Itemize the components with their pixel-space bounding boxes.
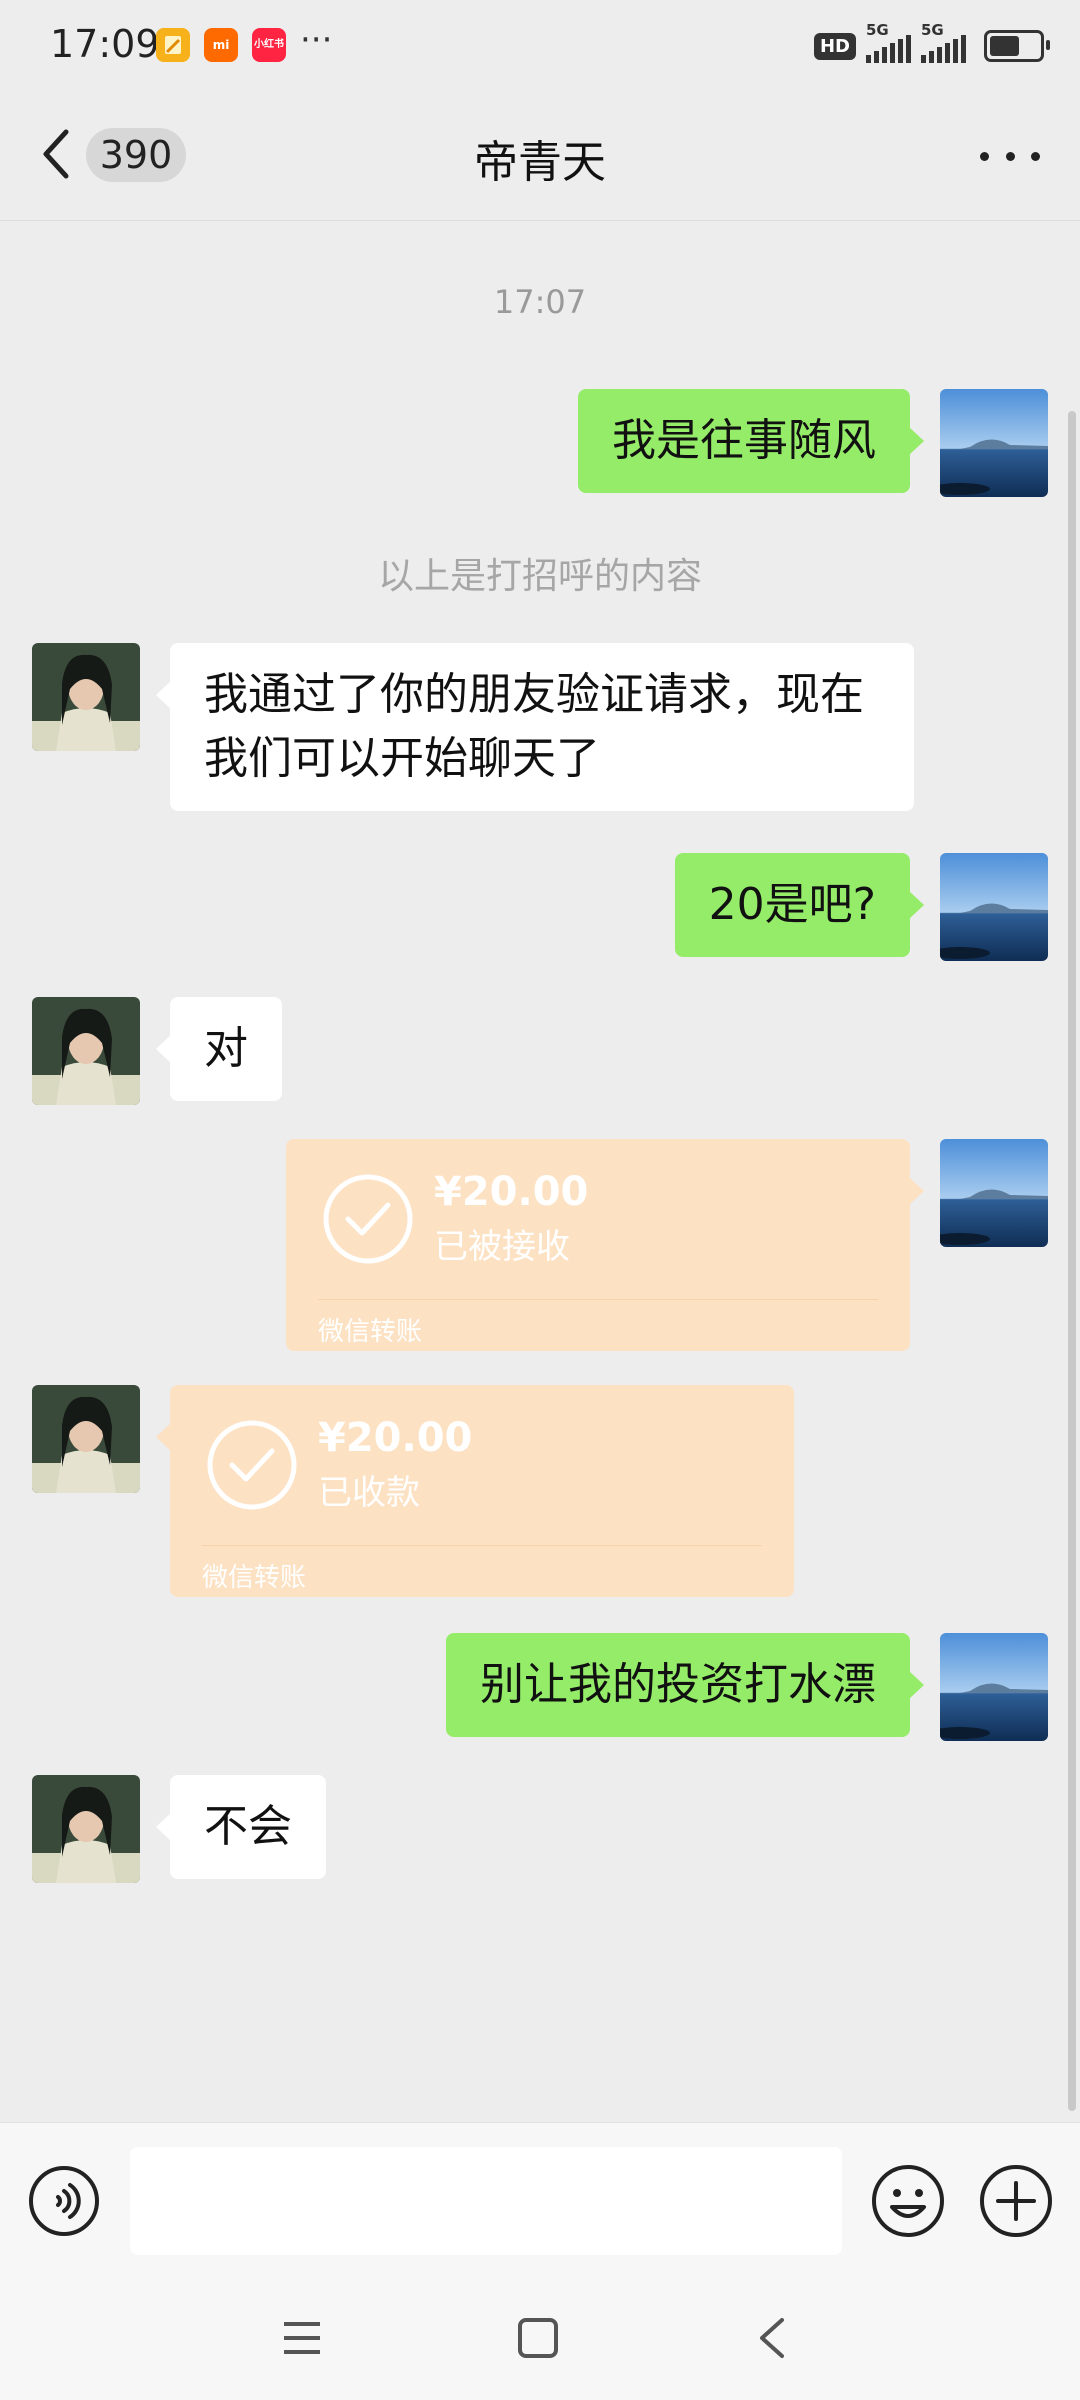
transfer-footer: 微信转账 [202, 1563, 307, 1593]
system-note: 以上是打招呼的内容 [377, 556, 702, 597]
mi-icon: mi [204, 28, 238, 62]
notes-icon [156, 28, 190, 62]
unread-count-badge[interactable]: 390 [86, 128, 186, 182]
status-right: HD 5G 5G [813, 21, 1050, 66]
transfer-amount: ¥20.00 [434, 1169, 589, 1215]
my-avatar[interactable] [940, 389, 1048, 497]
chat-message-list[interactable]: 17:07 我是往事随风 以上是打招呼的内容 我通过了你的朋友验证请求，现在我们… [0, 221, 1080, 2121]
my-avatar[interactable] [940, 1139, 1048, 1247]
network-type-2: 5G [921, 21, 944, 39]
status-time: 17:09 [50, 22, 160, 66]
transfer-status: 已收款 [318, 1473, 420, 1513]
chat-header: 390 帝青天 [0, 92, 1080, 221]
back-icon[interactable] [754, 2316, 790, 2360]
message-bubble-sent[interactable]: 20是吧? [674, 853, 925, 957]
transfer-divider [202, 1545, 762, 1546]
check-circle-icon [207, 1420, 297, 1510]
check-circle-icon [323, 1174, 413, 1264]
home-icon[interactable] [516, 2316, 560, 2360]
transfer-card-sent[interactable]: ¥20.00 已被接收 微信转账 [286, 1139, 924, 1351]
message-bubble-received[interactable]: 不会 [156, 1775, 326, 1879]
contact-avatar[interactable] [32, 1775, 140, 1883]
transfer-divider [318, 1299, 878, 1300]
plus-icon[interactable] [978, 2163, 1054, 2239]
transfer-status: 已被接收 [434, 1227, 570, 1267]
message-bubble-sent[interactable]: 我是往事随风 [578, 389, 924, 493]
network-type-1: 5G [866, 21, 889, 39]
message-bubble-received[interactable]: 对 [156, 997, 282, 1101]
transfer-card-received[interactable]: ¥20.00 已收款 微信转账 [156, 1385, 794, 1597]
signal-2-icon: 5G [921, 21, 966, 63]
contact-avatar[interactable] [32, 997, 140, 1105]
chevron-left-icon[interactable] [36, 124, 76, 184]
status-bar: 17:09 mi 小红书 ··· HD 5G 5G [0, 0, 1080, 92]
input-bar [0, 2122, 1080, 2277]
message-input[interactable] [130, 2147, 842, 2255]
contact-avatar[interactable] [32, 643, 140, 751]
transfer-footer: 微信转账 [318, 1317, 423, 1347]
message-bubble-received[interactable]: 我通过了你的朋友验证请求，现在我们可以开始聊天了 [156, 643, 914, 811]
voice-icon[interactable] [28, 2165, 100, 2237]
battery-level [990, 36, 1019, 56]
hd-voice-badge: HD [813, 32, 856, 60]
message-bubble-sent[interactable]: 别让我的投资打水漂 [446, 1633, 924, 1737]
system-nav-bar [0, 2276, 1080, 2400]
transfer-amount: ¥20.00 [318, 1415, 473, 1461]
signal-1-icon: 5G [866, 21, 911, 63]
contact-avatar[interactable] [32, 1385, 140, 1493]
scrollbar[interactable] [1068, 411, 1076, 2111]
more-notifications-indicator: ··· [300, 20, 333, 60]
menu-icon[interactable] [282, 2318, 322, 2358]
more-dots-icon[interactable] [980, 146, 1040, 166]
my-avatar[interactable] [940, 1633, 1048, 1741]
emoji-icon[interactable] [870, 2163, 946, 2239]
battery-icon [984, 30, 1050, 62]
message-timestamp: 17:07 [493, 283, 587, 321]
xiaohongshu-icon: 小红书 [252, 28, 286, 62]
my-avatar[interactable] [940, 853, 1048, 961]
